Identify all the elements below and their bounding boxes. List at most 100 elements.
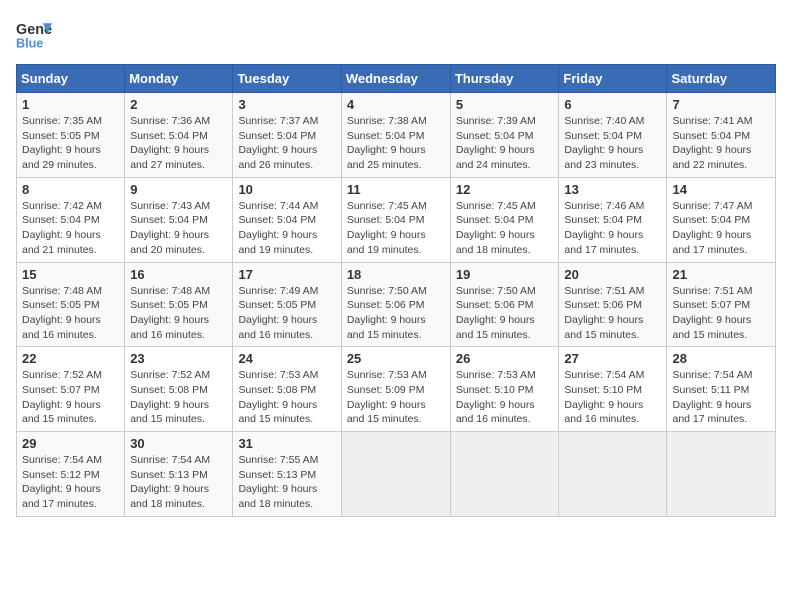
calendar-cell: 16Sunrise: 7:48 AMSunset: 5:05 PMDayligh… — [125, 262, 233, 347]
calendar-cell: 30 Sunrise: 7:54 AMSunset: 5:13 PMDayligh… — [125, 432, 233, 517]
day-number: 6 — [564, 97, 661, 112]
day-detail: Sunrise: 7:54 AMSunset: 5:13 PMDaylight:… — [130, 453, 227, 512]
day-number: 24 — [238, 351, 335, 366]
day-detail: Sunrise: 7:48 AMSunset: 5:05 PMDaylight:… — [130, 284, 227, 343]
day-number: 30 — [130, 436, 227, 451]
day-number: 15 — [22, 267, 119, 282]
day-detail: Sunrise: 7:53 AMSunset: 5:08 PMDaylight:… — [238, 368, 335, 427]
day-detail: Sunrise: 7:54 AMSunset: 5:12 PMDaylight:… — [22, 453, 119, 512]
calendar-cell: 25 Sunrise: 7:53 AMSunset: 5:09 PMDayligh… — [341, 347, 450, 432]
day-number: 4 — [347, 97, 445, 112]
day-detail: Sunrise: 7:54 AMSunset: 5:10 PMDaylight:… — [564, 368, 661, 427]
weekday-header: Sunday — [17, 65, 125, 93]
day-detail: Sunrise: 7:50 AMSunset: 5:06 PMDaylight:… — [456, 284, 554, 343]
calendar-cell: 20 Sunrise: 7:51 AMSunset: 5:06 PMDayligh… — [559, 262, 667, 347]
calendar-cell: 19 Sunrise: 7:50 AMSunset: 5:06 PMDayligh… — [450, 262, 559, 347]
day-number: 28 — [672, 351, 770, 366]
calendar-cell: 26 Sunrise: 7:53 AMSunset: 5:10 PMDayligh… — [450, 347, 559, 432]
day-number: 26 — [456, 351, 554, 366]
calendar-week-row: 8 Sunrise: 7:42 AMSunset: 5:04 PMDaylight… — [17, 177, 776, 262]
calendar-cell: 15 Sunrise: 7:48 AMSunset: 5:05 PMDayligh… — [17, 262, 125, 347]
calendar-cell: 13Sunrise: 7:46 AMSunset: 5:04 PMDayligh… — [559, 177, 667, 262]
calendar-cell — [341, 432, 450, 517]
day-number: 2 — [130, 97, 227, 112]
day-detail: Sunrise: 7:41 AMSunset: 5:04 PMDaylight:… — [672, 114, 770, 173]
day-detail: Sunrise: 7:53 AMSunset: 5:09 PMDaylight:… — [347, 368, 445, 427]
day-number: 20 — [564, 267, 661, 282]
day-number: 19 — [456, 267, 554, 282]
day-number: 14 — [672, 182, 770, 197]
calendar-week-row: 1 Sunrise: 7:35 AMSunset: 5:05 PMDaylight… — [17, 93, 776, 178]
calendar-cell: 1 Sunrise: 7:35 AMSunset: 5:05 PMDaylight… — [17, 93, 125, 178]
day-number: 27 — [564, 351, 661, 366]
calendar-cell: 5 Sunrise: 7:39 AMSunset: 5:04 PMDaylight… — [450, 93, 559, 178]
day-number: 29 — [22, 436, 119, 451]
day-detail: Sunrise: 7:53 AMSunset: 5:10 PMDaylight:… — [456, 368, 554, 427]
day-detail: Sunrise: 7:37 AMSunset: 5:04 PMDaylight:… — [238, 114, 335, 173]
day-number: 11 — [347, 182, 445, 197]
calendar-cell: 28Sunrise: 7:54 AMSunset: 5:11 PMDayligh… — [667, 347, 776, 432]
day-detail: Sunrise: 7:42 AMSunset: 5:04 PMDaylight:… — [22, 199, 119, 258]
day-detail: Sunrise: 7:55 AMSunset: 5:13 PMDaylight:… — [238, 453, 335, 512]
day-detail: Sunrise: 7:51 AMSunset: 5:07 PMDaylight:… — [672, 284, 770, 343]
day-detail: Sunrise: 7:38 AMSunset: 5:04 PMDaylight:… — [347, 114, 445, 173]
calendar-cell: 7 Sunrise: 7:41 AMSunset: 5:04 PMDaylight… — [667, 93, 776, 178]
day-detail: Sunrise: 7:39 AMSunset: 5:04 PMDaylight:… — [456, 114, 554, 173]
calendar-cell: 14Sunrise: 7:47 AMSunset: 5:04 PMDayligh… — [667, 177, 776, 262]
day-detail: Sunrise: 7:52 AMSunset: 5:08 PMDaylight:… — [130, 368, 227, 427]
day-number: 7 — [672, 97, 770, 112]
weekday-header: Monday — [125, 65, 233, 93]
page-header: General Blue — [16, 16, 776, 52]
day-detail: Sunrise: 7:44 AMSunset: 5:04 PMDaylight:… — [238, 199, 335, 258]
weekday-header: Wednesday — [341, 65, 450, 93]
calendar-cell: 29 Sunrise: 7:54 AMSunset: 5:12 PMDayligh… — [17, 432, 125, 517]
day-number: 17 — [238, 267, 335, 282]
calendar-body: 1 Sunrise: 7:35 AMSunset: 5:05 PMDaylight… — [17, 93, 776, 517]
calendar-cell: 3Sunrise: 7:37 AMSunset: 5:04 PMDaylight… — [233, 93, 341, 178]
logo-icon: General Blue — [16, 16, 52, 52]
day-number: 13 — [564, 182, 661, 197]
day-number: 23 — [130, 351, 227, 366]
calendar-cell: 21 Sunrise: 7:51 AMSunset: 5:07 PMDayligh… — [667, 262, 776, 347]
calendar-cell: 11Sunrise: 7:45 AMSunset: 5:04 PMDayligh… — [341, 177, 450, 262]
day-number: 8 — [22, 182, 119, 197]
day-number: 18 — [347, 267, 445, 282]
calendar-week-row: 29 Sunrise: 7:54 AMSunset: 5:12 PMDayligh… — [17, 432, 776, 517]
day-number: 5 — [456, 97, 554, 112]
calendar-cell: 22Sunrise: 7:52 AMSunset: 5:07 PMDayligh… — [17, 347, 125, 432]
calendar-cell: 24 Sunrise: 7:53 AMSunset: 5:08 PMDayligh… — [233, 347, 341, 432]
calendar-cell: 31 Sunrise: 7:55 AMSunset: 5:13 PMDayligh… — [233, 432, 341, 517]
day-detail: Sunrise: 7:50 AMSunset: 5:06 PMDaylight:… — [347, 284, 445, 343]
calendar-cell: 18 Sunrise: 7:50 AMSunset: 5:06 PMDayligh… — [341, 262, 450, 347]
weekday-header: Saturday — [667, 65, 776, 93]
weekday-header: Thursday — [450, 65, 559, 93]
day-detail: Sunrise: 7:45 AMSunset: 5:04 PMDaylight:… — [456, 199, 554, 258]
calendar-cell — [667, 432, 776, 517]
day-detail: Sunrise: 7:35 AMSunset: 5:05 PMDaylight:… — [22, 114, 119, 173]
day-detail: Sunrise: 7:48 AMSunset: 5:05 PMDaylight:… — [22, 284, 119, 343]
day-number: 25 — [347, 351, 445, 366]
calendar-cell: 6 Sunrise: 7:40 AMSunset: 5:04 PMDaylight… — [559, 93, 667, 178]
logo: General Blue — [16, 16, 52, 52]
day-number: 1 — [22, 97, 119, 112]
calendar-cell: 17 Sunrise: 7:49 AMSunset: 5:05 PMDayligh… — [233, 262, 341, 347]
calendar-cell: 12Sunrise: 7:45 AMSunset: 5:04 PMDayligh… — [450, 177, 559, 262]
calendar-cell: 2 Sunrise: 7:36 AMSunset: 5:04 PMDaylight… — [125, 93, 233, 178]
calendar-header-row: SundayMondayTuesdayWednesdayThursdayFrid… — [17, 65, 776, 93]
calendar-cell: 27 Sunrise: 7:54 AMSunset: 5:10 PMDayligh… — [559, 347, 667, 432]
day-detail: Sunrise: 7:43 AMSunset: 5:04 PMDaylight:… — [130, 199, 227, 258]
weekday-header: Friday — [559, 65, 667, 93]
calendar-cell: 10Sunrise: 7:44 AMSunset: 5:04 PMDayligh… — [233, 177, 341, 262]
day-detail: Sunrise: 7:40 AMSunset: 5:04 PMDaylight:… — [564, 114, 661, 173]
day-number: 31 — [238, 436, 335, 451]
day-detail: Sunrise: 7:49 AMSunset: 5:05 PMDaylight:… — [238, 284, 335, 343]
calendar-cell: 23 Sunrise: 7:52 AMSunset: 5:08 PMDayligh… — [125, 347, 233, 432]
calendar-table: SundayMondayTuesdayWednesdayThursdayFrid… — [16, 64, 776, 517]
svg-text:Blue: Blue — [16, 37, 43, 51]
calendar-cell: 9Sunrise: 7:43 AMSunset: 5:04 PMDaylight… — [125, 177, 233, 262]
day-detail: Sunrise: 7:36 AMSunset: 5:04 PMDaylight:… — [130, 114, 227, 173]
day-number: 21 — [672, 267, 770, 282]
day-detail: Sunrise: 7:51 AMSunset: 5:06 PMDaylight:… — [564, 284, 661, 343]
calendar-cell: 4 Sunrise: 7:38 AMSunset: 5:04 PMDaylight… — [341, 93, 450, 178]
calendar-cell — [450, 432, 559, 517]
